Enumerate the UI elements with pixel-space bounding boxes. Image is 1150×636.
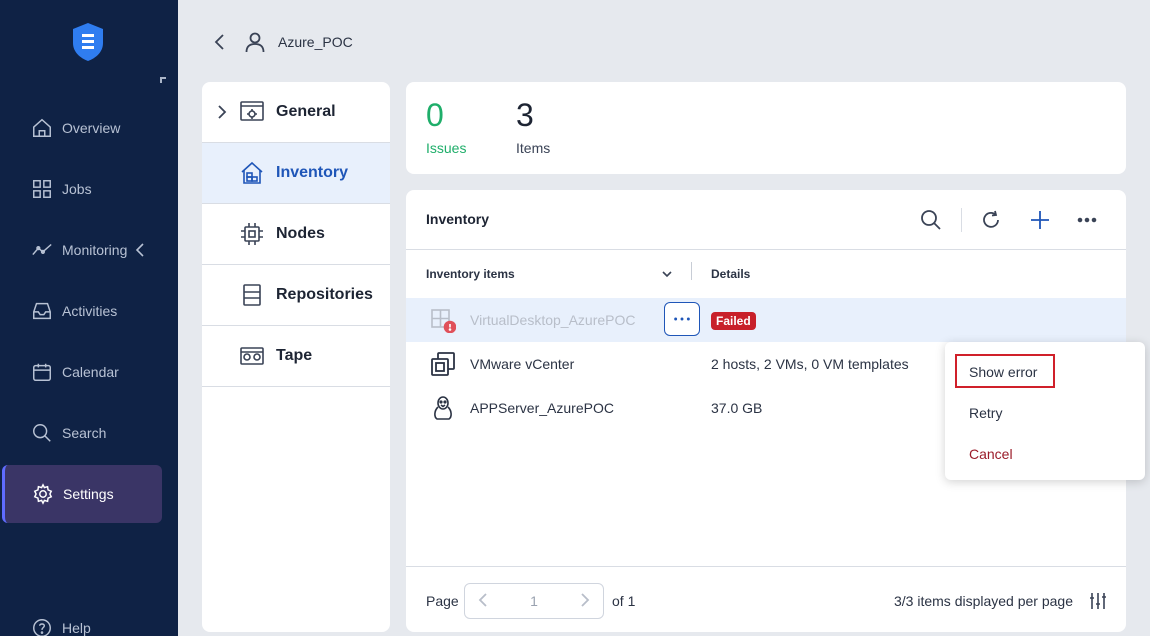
more-horizontal-icon	[674, 317, 690, 321]
plus-icon	[1031, 211, 1049, 229]
calendar-icon	[30, 360, 54, 384]
issues-count: 0	[426, 97, 444, 133]
nav-item-help[interactable]: Help	[0, 600, 178, 636]
help-icon	[30, 616, 54, 636]
breadcrumb: Azure_POC	[210, 28, 353, 56]
nav-item-monitoring[interactable]: Monitoring	[0, 222, 178, 278]
nav-item-label: Settings	[63, 486, 114, 502]
settings-submenu: General Inventory Nodes Repositories Tap…	[202, 82, 390, 632]
inventory-icon	[238, 159, 266, 187]
linux-icon	[430, 395, 456, 421]
toolbar-divider	[961, 208, 962, 232]
page-number-input[interactable]: 1	[530, 593, 538, 609]
column-header-items[interactable]: Inventory items	[426, 250, 515, 298]
page-title: Azure_POC	[278, 34, 353, 50]
chevron-left-icon[interactable]	[135, 243, 145, 257]
search-icon	[30, 421, 54, 445]
chevron-right-icon[interactable]	[216, 104, 228, 120]
storage-icon	[238, 281, 266, 309]
page-label: Page	[426, 593, 459, 609]
collapse-rail-icon[interactable]	[160, 77, 166, 83]
column-header-details[interactable]: Details	[711, 250, 750, 298]
windows-error-icon	[430, 307, 457, 334]
pagination-bar: Page 1 of 1 3/3 items displayed per page	[406, 566, 1126, 632]
inventory-header: Inventory	[406, 190, 1126, 250]
submenu-item-label: Repositories	[276, 286, 373, 303]
search-button[interactable]	[918, 207, 944, 233]
summary-card: 0 Issues 3 Items	[406, 82, 1126, 174]
product-logo-icon[interactable]	[71, 21, 105, 63]
status-badge: Failed	[711, 312, 756, 330]
inbox-icon	[30, 299, 54, 323]
row-details: Failed	[711, 312, 756, 330]
issues-stat[interactable]: 0 Issues	[426, 96, 466, 156]
back-arrow-icon[interactable]	[210, 32, 230, 52]
items-stat: 3 Items	[516, 96, 550, 156]
submenu-item-inventory[interactable]: Inventory	[202, 143, 390, 204]
nav-item-settings[interactable]: Settings	[2, 465, 162, 523]
submenu-item-tape[interactable]: Tape	[202, 326, 390, 387]
page-total: of 1	[612, 593, 636, 609]
nav-item-activities[interactable]: Activities	[0, 283, 178, 339]
nav-item-calendar[interactable]: Calendar	[0, 344, 178, 400]
menu-item-retry[interactable]: Retry	[969, 405, 1002, 421]
gear-icon	[31, 482, 55, 506]
settings-window-icon	[238, 98, 266, 126]
submenu-item-label: Nodes	[276, 225, 325, 242]
items-count: 3	[516, 97, 534, 133]
chip-icon	[238, 220, 266, 248]
submenu-item-repositories[interactable]: Repositories	[202, 265, 390, 326]
sliders-icon[interactable]	[1088, 591, 1108, 611]
row-details: 2 hosts, 2 VMs, 0 VM templates	[711, 356, 909, 372]
refresh-button[interactable]	[978, 207, 1004, 233]
nav-item-label: Calendar	[62, 364, 119, 380]
add-button[interactable]	[1027, 207, 1053, 233]
vmware-icon	[430, 351, 456, 377]
table-row[interactable]: VirtualDesktop_AzurePOC Failed	[406, 298, 1126, 342]
nav-item-label: Activities	[62, 303, 118, 319]
nav-item-overview[interactable]: Overview	[0, 100, 178, 156]
chevron-down-icon[interactable]	[661, 266, 673, 278]
inventory-title: Inventory	[426, 211, 490, 227]
row-name[interactable]: VMware vCenter	[470, 356, 574, 372]
next-page-icon[interactable]	[579, 592, 591, 611]
items-per-page-text: 3/3 items displayed per page	[894, 593, 1073, 609]
nav-item-label: Overview	[62, 120, 121, 136]
row-more-actions-button[interactable]	[664, 302, 700, 336]
row-name[interactable]: APPServer_AzurePOC	[470, 400, 614, 416]
submenu-item-general[interactable]: General	[202, 82, 390, 143]
menu-item-cancel[interactable]: Cancel	[969, 446, 1013, 462]
submenu-item-label: General	[276, 103, 336, 120]
page-selector: 1	[464, 583, 604, 619]
nav-item-label: Help	[62, 620, 91, 636]
nav-item-label: Monitoring	[62, 242, 128, 258]
row-name[interactable]: VirtualDesktop_AzurePOC	[470, 312, 635, 328]
navigation-rail: Overview Jobs Monitoring Activities Cale…	[0, 0, 178, 636]
chart-line-icon	[30, 238, 54, 262]
items-label: Items	[516, 140, 551, 156]
tape-icon	[238, 342, 266, 370]
more-horizontal-icon	[1077, 217, 1097, 223]
row-details: 37.0 GB	[711, 400, 763, 416]
submenu-item-nodes[interactable]: Nodes	[202, 204, 390, 265]
menu-item-show-error[interactable]: Show error	[969, 364, 1037, 380]
submenu-item-label: Tape	[276, 347, 313, 364]
grid-icon	[30, 177, 54, 201]
nav-item-search[interactable]: Search	[0, 405, 178, 461]
submenu-item-label: Inventory	[276, 164, 349, 181]
nav-item-jobs[interactable]: Jobs	[0, 161, 178, 217]
more-actions-button[interactable]	[1074, 207, 1100, 233]
column-divider[interactable]	[691, 262, 692, 280]
row-context-menu: Show error Retry Cancel	[945, 342, 1145, 480]
nav-item-label: Jobs	[62, 181, 92, 197]
issues-label: Issues	[426, 140, 467, 156]
previous-page-icon[interactable]	[477, 592, 489, 611]
nav-item-label: Search	[62, 425, 107, 441]
home-icon	[30, 116, 54, 140]
search-icon	[921, 210, 941, 230]
refresh-icon	[983, 210, 999, 228]
user-icon	[244, 31, 266, 53]
